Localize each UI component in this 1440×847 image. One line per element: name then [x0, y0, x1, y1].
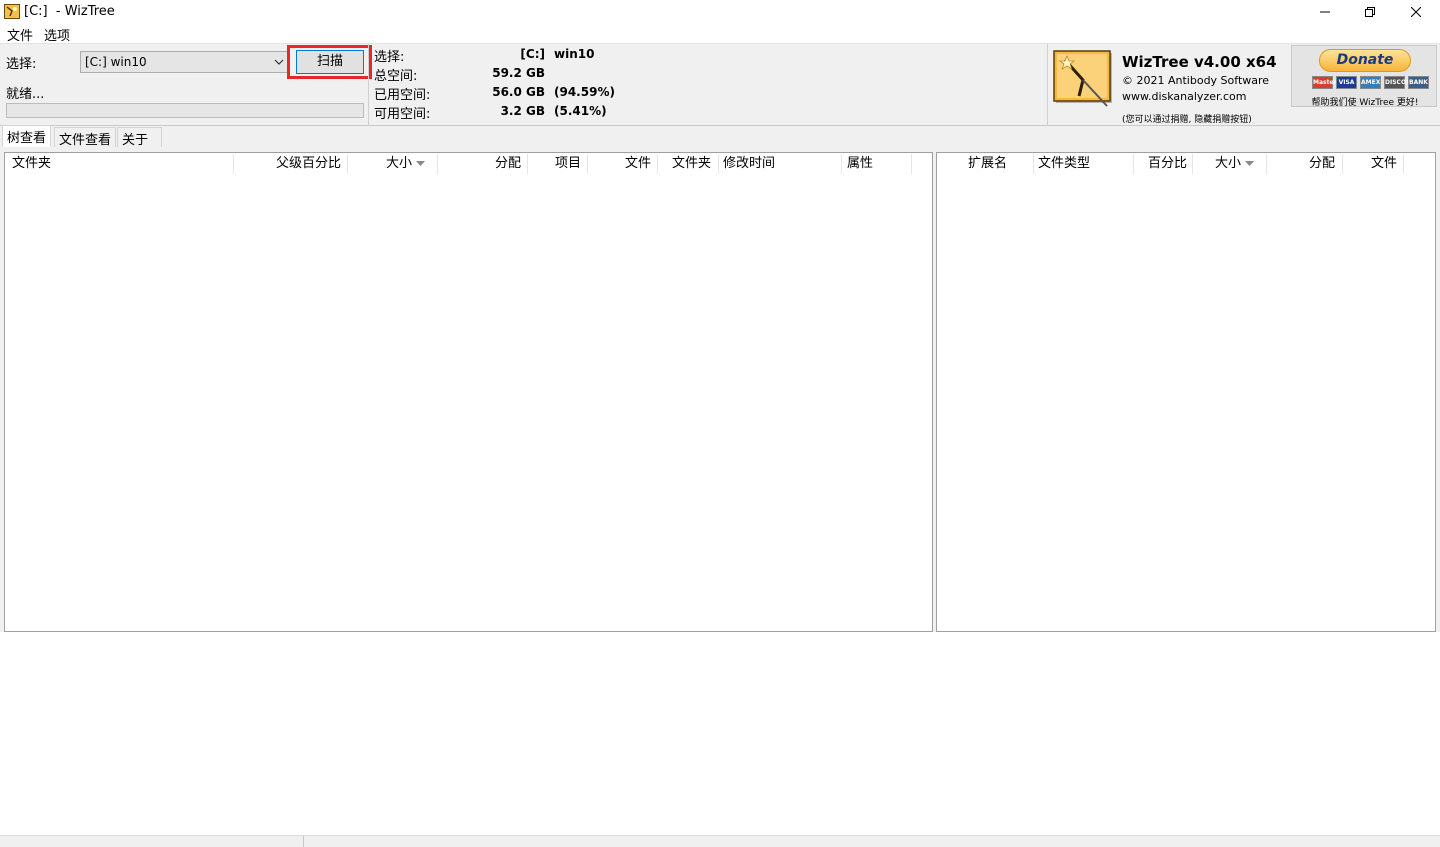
column-separator[interactable]	[437, 154, 438, 174]
window-title: [C:] - WizTree	[24, 4, 115, 19]
column-separator[interactable]	[233, 154, 234, 174]
donate-note: 帮助我们使 WizTree 更好!	[1311, 98, 1419, 108]
column-separator[interactable]	[527, 154, 528, 174]
treemap-area[interactable]	[0, 632, 1440, 835]
column-separator[interactable]	[841, 154, 842, 174]
menu-file[interactable]: 文件	[7, 25, 33, 44]
column-separator[interactable]	[1033, 154, 1034, 174]
scan-button[interactable]: 扫描	[296, 50, 364, 74]
column-header-allocated[interactable]: 分配	[1309, 153, 1335, 175]
info-free-value: 3.2 GB	[500, 104, 545, 118]
sort-desc-icon	[1245, 160, 1255, 166]
mastercard-icon: MasterCard	[1312, 76, 1352, 89]
column-separator[interactable]	[587, 154, 588, 174]
column-header-parent-percent[interactable]: 父级百分比	[276, 153, 341, 175]
about-title: WizTree v4.00 x64	[1122, 53, 1277, 71]
column-header-size-label: 大小	[1215, 156, 1242, 171]
info-free-label: 可用空间:	[374, 107, 431, 122]
info-select-name: win10	[554, 47, 595, 61]
restore-icon	[1365, 7, 1375, 17]
column-header-extension[interactable]: 扩展名	[968, 153, 1007, 175]
column-header-size[interactable]: 大小	[1215, 153, 1255, 175]
info-free-pct: (5.41%)	[554, 104, 607, 118]
extension-view-pane[interactable]: 扩展名 文件类型 百分比 大小 分配 文件	[936, 152, 1436, 632]
info-total-label: 总空间:	[374, 69, 418, 84]
info-used-label: 已用空间:	[374, 88, 431, 103]
column-header-modified[interactable]: 修改时间	[723, 153, 775, 175]
info-used-pct: (94.59%)	[554, 85, 615, 99]
tab-about[interactable]: 关于	[117, 127, 162, 148]
tab-tree-view[interactable]: 树查看	[2, 125, 52, 148]
status-bar	[0, 835, 1440, 847]
sort-desc-icon	[416, 160, 426, 166]
column-separator[interactable]	[718, 154, 719, 174]
divider	[1047, 44, 1048, 127]
info-used-value: 56.0 GB	[492, 85, 545, 99]
info-select-label: 选择:	[374, 50, 405, 65]
column-header-folder[interactable]: 文件夹	[12, 153, 51, 175]
column-header-files[interactable]: 文件	[1371, 153, 1397, 175]
drive-select-value: [C:] win10	[85, 55, 147, 69]
about-note: (您可以通过捐赠, 隐藏捐赠按钮)	[1122, 115, 1252, 125]
donate-button[interactable]: Donate	[1319, 49, 1411, 72]
menu-options[interactable]: 选项	[44, 25, 70, 44]
top-panel: 选择: [C:] win10 扫描 就绪... 选择: [C:] win10 总…	[0, 43, 1440, 127]
column-separator[interactable]	[1192, 154, 1193, 174]
column-header-file-type[interactable]: 文件类型	[1038, 153, 1090, 175]
about-website[interactable]: www.diskanalyzer.com	[1122, 90, 1247, 103]
wiztree-logo[interactable]	[1053, 50, 1115, 108]
tree-view-pane[interactable]: 文件夹 父级百分比 大小 分配 项目 文件 文件夹 修改时间 属性	[4, 152, 933, 632]
column-header-files[interactable]: 文件	[625, 153, 651, 175]
title-bar: [C:] - WizTree	[0, 0, 1440, 24]
payment-cards: MasterCard VISA AMEX DISCOVER BANK	[1312, 76, 1429, 89]
visa-icon: VISA	[1336, 76, 1357, 89]
amex-icon: AMEX	[1360, 76, 1381, 89]
discover-icon: DISCOVER	[1384, 76, 1419, 89]
info-total-value: 59.2 GB	[492, 66, 545, 80]
column-header-size[interactable]: 大小	[386, 153, 426, 175]
tab-strip: 树查看 文件查看 关于	[0, 125, 1440, 148]
column-separator[interactable]	[1266, 154, 1267, 174]
column-header-allocated[interactable]: 分配	[495, 153, 521, 175]
divider	[368, 44, 369, 127]
column-separator[interactable]	[911, 154, 912, 174]
column-header-percent[interactable]: 百分比	[1148, 153, 1187, 175]
column-separator[interactable]	[1403, 154, 1404, 174]
column-separator[interactable]	[1133, 154, 1134, 174]
column-separator[interactable]	[347, 154, 348, 174]
column-separator[interactable]	[1342, 154, 1343, 174]
close-icon	[1411, 7, 1421, 17]
close-button[interactable]	[1393, 0, 1439, 24]
restore-button[interactable]	[1347, 0, 1393, 24]
column-header-attributes[interactable]: 属性	[847, 153, 873, 175]
menu-bar: 文件 选项	[0, 24, 1440, 44]
select-label: 选择:	[6, 57, 37, 72]
minimize-button[interactable]	[1302, 0, 1348, 24]
donate-panel[interactable]: Donate MasterCard VISA AMEX DISCOVER BAN…	[1291, 45, 1437, 108]
about-copyright: © 2021 Antibody Software	[1122, 74, 1270, 87]
status-bar-separator	[303, 836, 304, 847]
minimize-icon	[1320, 11, 1330, 13]
scan-progress-bar	[6, 103, 364, 118]
wiztree-app-icon	[4, 4, 20, 19]
tab-file-view[interactable]: 文件查看	[54, 127, 117, 148]
column-separator[interactable]	[657, 154, 658, 174]
column-header-folders[interactable]: 文件夹	[672, 153, 711, 175]
column-header-size-label: 大小	[386, 156, 413, 171]
drive-select[interactable]: [C:] win10	[80, 51, 289, 73]
bank-icon: BANK	[1408, 76, 1429, 89]
chevron-down-icon	[274, 59, 284, 65]
status-text: 就绪...	[6, 87, 45, 102]
info-select-drive: [C:]	[520, 47, 545, 61]
column-header-items[interactable]: 项目	[555, 153, 581, 175]
